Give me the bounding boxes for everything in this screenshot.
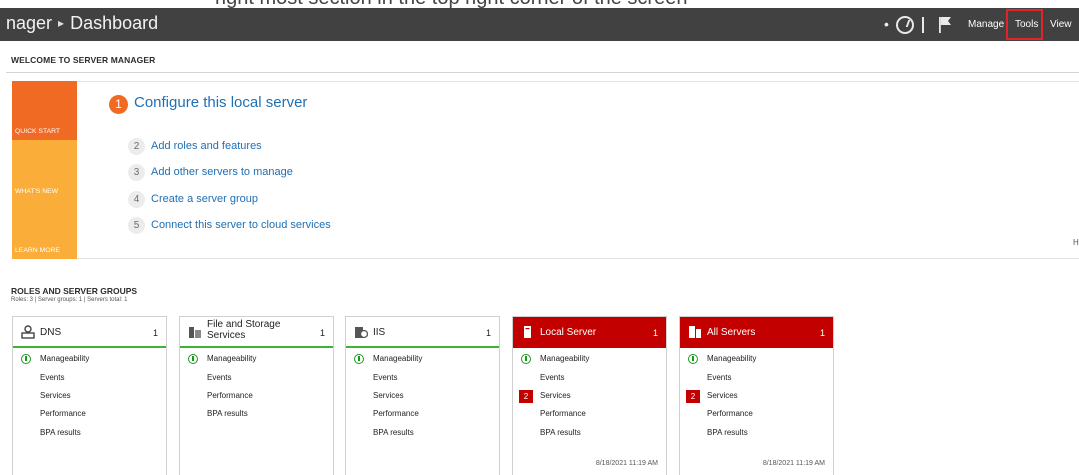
step-add-servers[interactable]: 3 Add other servers to manage (128, 164, 293, 181)
notifications-flag-icon[interactable] (938, 16, 952, 34)
separator (922, 17, 924, 33)
row-manageability[interactable]: Manageability (207, 354, 256, 363)
welcome-heading: WELCOME TO SERVER MANAGER (11, 55, 156, 65)
title-bar: nager ▸ Dashboard • Manage Tools View (0, 8, 1079, 41)
last-updated: 8/18/2021 11:19 AM (595, 460, 658, 467)
row-events[interactable]: Events (207, 373, 231, 382)
roles-heading: ROLES AND SERVER GROUPS (11, 286, 138, 296)
row-performance[interactable]: Performance (540, 409, 586, 418)
row-bpa[interactable]: BPA results (40, 428, 81, 437)
row-services[interactable]: Services (40, 391, 71, 400)
tile-quick-start[interactable]: QUICK START (12, 81, 77, 140)
back-dot-icon[interactable]: • (884, 16, 889, 49)
step-add-roles[interactable]: 2 Add roles and features (128, 138, 262, 155)
menu-manage[interactable]: Manage (968, 19, 1004, 30)
refresh-icon[interactable] (896, 16, 914, 34)
breadcrumb-page: Dashboard (70, 13, 159, 33)
card-header[interactable]: IIS 1 (346, 317, 499, 348)
row-events[interactable]: Events (540, 373, 564, 382)
card-header[interactable]: DNS 1 (13, 317, 166, 348)
card-dns[interactable]: DNS 1 Manageability Events Services Perf… (12, 316, 167, 475)
row-bpa[interactable]: BPA results (207, 409, 248, 418)
breadcrumb-separator-icon: ▸ (58, 16, 65, 30)
iis-icon (355, 327, 368, 339)
ok-status-icon (354, 354, 364, 364)
tile-learn-more[interactable]: LEARN MORE (12, 200, 77, 259)
row-services[interactable]: Services (540, 391, 571, 400)
row-performance[interactable]: Performance (373, 409, 419, 418)
card-header[interactable]: File and Storage Services 1 (180, 317, 333, 348)
tools-highlight (1006, 9, 1043, 40)
card-header[interactable]: All Servers 1 (680, 317, 833, 348)
server-icon (524, 326, 531, 338)
card-iis[interactable]: IIS 1 Manageability Events Services Perf… (345, 316, 500, 475)
menu-view[interactable]: View (1050, 19, 1072, 30)
row-performance[interactable]: Performance (207, 391, 253, 400)
ok-status-icon (21, 354, 31, 364)
ok-status-icon (688, 354, 698, 364)
servers-icon (689, 326, 701, 338)
row-events[interactable]: Events (40, 373, 64, 382)
last-updated: 8/18/2021 11:19 AM (762, 460, 825, 467)
step-connect-cloud[interactable]: 5 Connect this server to cloud services (128, 217, 331, 234)
tile-whats-new[interactable]: WHAT'S NEW (12, 140, 77, 200)
hide-link[interactable]: H (1073, 238, 1079, 247)
step-link[interactable]: Configure this local server (134, 94, 307, 111)
row-performance[interactable]: Performance (707, 409, 753, 418)
row-events[interactable]: Events (707, 373, 731, 382)
row-bpa[interactable]: BPA results (707, 428, 748, 437)
row-events[interactable]: Events (373, 373, 397, 382)
ok-status-icon (521, 354, 531, 364)
card-local-server[interactable]: Local Server 1 Manageability Events 2 Se… (512, 316, 667, 475)
breadcrumb: nager ▸ Dashboard (6, 13, 158, 34)
card-header[interactable]: Local Server 1 (513, 317, 666, 348)
row-services[interactable]: Services (373, 391, 404, 400)
alert-count-badge: 2 (686, 390, 700, 403)
card-all-servers[interactable]: All Servers 1 Manageability Events 2 Ser… (679, 316, 834, 475)
caption-text: right most section in the top right corn… (0, 0, 1079, 8)
divider (6, 72, 1079, 73)
ok-status-icon (188, 354, 198, 364)
row-bpa[interactable]: BPA results (540, 428, 581, 437)
row-manageability[interactable]: Manageability (707, 354, 756, 363)
step-create-group[interactable]: 4 Create a server group (128, 191, 258, 208)
dns-icon (21, 325, 35, 339)
row-manageability[interactable]: Manageability (373, 354, 422, 363)
row-services[interactable]: Services (707, 391, 738, 400)
card-file-storage[interactable]: File and Storage Services 1 Manageabilit… (179, 316, 334, 475)
row-manageability[interactable]: Manageability (40, 354, 89, 363)
file-storage-icon (189, 327, 201, 338)
roles-summary: Roles: 3 | Server groups: 1 | Servers to… (11, 297, 128, 303)
step-number: 1 (109, 95, 128, 114)
row-bpa[interactable]: BPA results (373, 428, 414, 437)
breadcrumb-app[interactable]: nager (6, 13, 52, 33)
row-performance[interactable]: Performance (40, 409, 86, 418)
alert-count-badge: 2 (519, 390, 533, 403)
row-manageability[interactable]: Manageability (540, 354, 589, 363)
